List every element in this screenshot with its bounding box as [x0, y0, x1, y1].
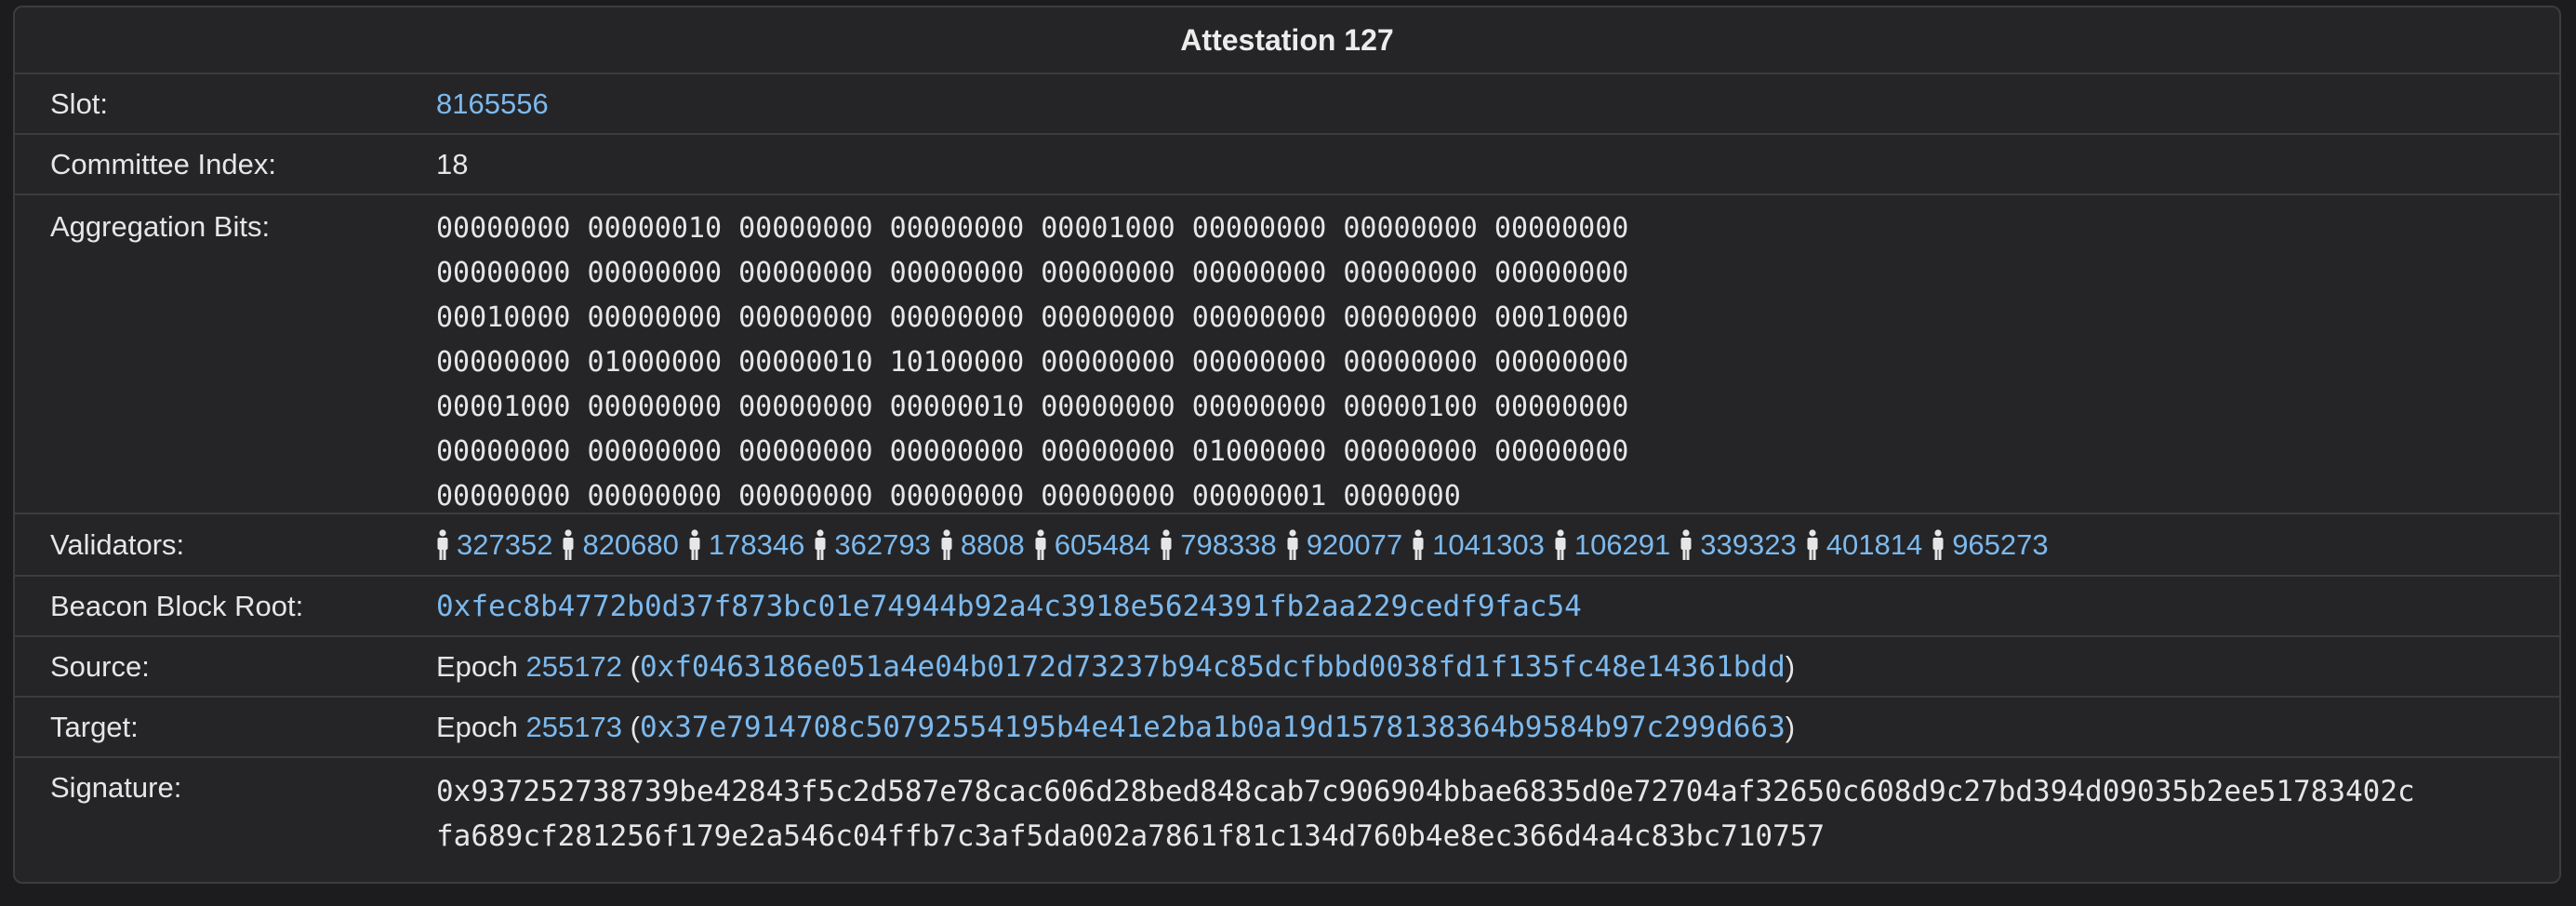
target-value: Epoch 255173 (0x37e7914708c50792554195b4… — [436, 711, 2559, 744]
person-icon — [1160, 528, 1173, 561]
slot-label: Slot: — [50, 87, 109, 120]
beacon-block-root-link[interactable]: 0xfec8b4772b0d37f873bc01e74944b92a4c3918… — [436, 590, 1582, 623]
slot-link[interactable]: 8165556 — [436, 87, 549, 120]
target-close-paren: ) — [1785, 710, 1796, 743]
target-label: Target: — [50, 710, 139, 743]
bits-line: 00000000 00000000 00000000 00000000 0000… — [436, 257, 1629, 289]
validator-item[interactable]: 401814 — [1806, 528, 1922, 562]
bits-line: 00000000 00000010 00000000 00000000 0000… — [436, 212, 1629, 245]
person-icon — [1554, 528, 1567, 561]
target-epoch-word: Epoch — [436, 710, 518, 743]
person-icon — [562, 528, 575, 561]
person-icon — [1286, 528, 1299, 561]
person-icon — [436, 528, 449, 561]
validator-item[interactable]: 339323 — [1680, 528, 1797, 562]
validator-item[interactable]: 820680 — [562, 528, 679, 562]
committee-index-value: 18 — [436, 147, 469, 180]
source-label: Source: — [50, 649, 150, 683]
source-open-paren: ( — [630, 649, 640, 683]
validator-link[interactable]: 798338 — [1180, 528, 1276, 562]
validator-item[interactable]: 178346 — [688, 528, 804, 562]
person-icon — [1412, 528, 1425, 561]
beacon-block-root-label: Beacon Block Root: — [50, 589, 304, 622]
target-epoch-link[interactable]: 255173 — [526, 711, 622, 743]
signature-row: Signature: 0x937252738739be42843f5c2d587… — [15, 758, 2559, 859]
source-close-paren: ) — [1785, 649, 1796, 683]
aggregation-bits-label: Aggregation Bits: — [50, 210, 271, 243]
person-icon — [1932, 528, 1945, 561]
bits-line: 00000000 01000000 00000010 10100000 0000… — [436, 346, 1629, 379]
bits-line: 00000000 00000000 00000000 00000000 0000… — [436, 435, 1629, 468]
validator-link[interactable]: 820680 — [582, 528, 678, 562]
beacon-block-root-row: Beacon Block Root: 0xfec8b4772b0d37f873b… — [15, 577, 2559, 637]
signature-value: 0x937252738739be42843f5c2d587e78cac606d2… — [436, 758, 2559, 859]
validator-link[interactable]: 401814 — [1826, 528, 1922, 562]
committee-index-row: Committee Index: 18 — [15, 135, 2559, 195]
validator-link[interactable]: 362793 — [834, 528, 930, 562]
target-open-paren: ( — [630, 710, 640, 743]
source-value: Epoch 255172 (0xf0463186e051a4e04b0172d7… — [436, 650, 2559, 684]
validator-link[interactable]: 106291 — [1574, 528, 1670, 562]
validator-link[interactable]: 178346 — [709, 528, 804, 562]
validator-item[interactable]: 605484 — [1034, 528, 1150, 562]
signature-line: fa689cf281256f179e2a546c04ffb7c3af5da002… — [436, 819, 1826, 853]
attestation-panel: Attestation 127 Slot: 8165556 Committee … — [13, 6, 2561, 884]
validator-item[interactable]: 327352 — [436, 528, 552, 562]
validator-item[interactable]: 965273 — [1932, 528, 2049, 562]
validator-link[interactable]: 605484 — [1055, 528, 1150, 562]
validator-item[interactable]: 8808 — [940, 528, 1025, 562]
target-row: Target: Epoch 255173 (0x37e7914708c50792… — [15, 698, 2559, 758]
signature-label: Signature: — [50, 771, 182, 804]
validator-link[interactable]: 965273 — [1952, 528, 2048, 562]
validator-item[interactable]: 798338 — [1160, 528, 1277, 562]
validator-link[interactable]: 339323 — [1700, 528, 1796, 562]
committee-index-label: Committee Index: — [50, 147, 276, 180]
source-root-link[interactable]: 0xf0463186e051a4e04b0172d73237b94c85dcfb… — [640, 650, 1786, 684]
person-icon — [1680, 528, 1693, 561]
validator-item[interactable]: 362793 — [814, 528, 931, 562]
source-epoch-link[interactable]: 255172 — [526, 650, 622, 683]
validators-list: 327352 820680 178346 362793 8808 605484 798338… — [436, 528, 2559, 562]
person-icon — [1034, 528, 1047, 561]
bits-line: 00010000 00000000 00000000 00000000 0000… — [436, 301, 1629, 334]
aggregation-bits-value: 00000000 00000010 00000000 00000000 0000… — [436, 195, 2559, 513]
validator-link[interactable]: 8808 — [961, 528, 1025, 562]
validator-item[interactable]: 920077 — [1286, 528, 1402, 562]
signature-line: 0x937252738739be42843f5c2d587e78cac606d2… — [436, 775, 2415, 808]
aggregation-bits-row: Aggregation Bits: 00000000 00000010 0000… — [15, 195, 2559, 514]
panel-title: Attestation 127 — [15, 7, 2559, 74]
validator-item[interactable]: 106291 — [1554, 528, 1670, 562]
target-root-link[interactable]: 0x37e7914708c50792554195b4e41e2ba1b0a19d… — [640, 711, 1786, 744]
source-row: Source: Epoch 255172 (0xf0463186e051a4e0… — [15, 637, 2559, 698]
validator-item[interactable]: 1041303 — [1412, 528, 1545, 562]
person-icon — [940, 528, 953, 561]
validator-link[interactable]: 327352 — [457, 528, 552, 562]
bits-line: 00001000 00000000 00000000 00000010 0000… — [436, 391, 1629, 423]
person-icon — [814, 528, 827, 561]
validators-row: Validators: 327352 820680 178346 362793 8808… — [15, 514, 2559, 577]
validator-link[interactable]: 920077 — [1307, 528, 1402, 562]
validators-label: Validators: — [50, 527, 185, 561]
person-icon — [688, 528, 701, 561]
source-epoch-word: Epoch — [436, 649, 518, 683]
person-icon — [1806, 528, 1819, 561]
validator-link[interactable]: 1041303 — [1432, 528, 1545, 562]
bits-line: 00000000 00000000 00000000 00000000 0000… — [436, 480, 1461, 513]
slot-row: Slot: 8165556 — [15, 74, 2559, 135]
